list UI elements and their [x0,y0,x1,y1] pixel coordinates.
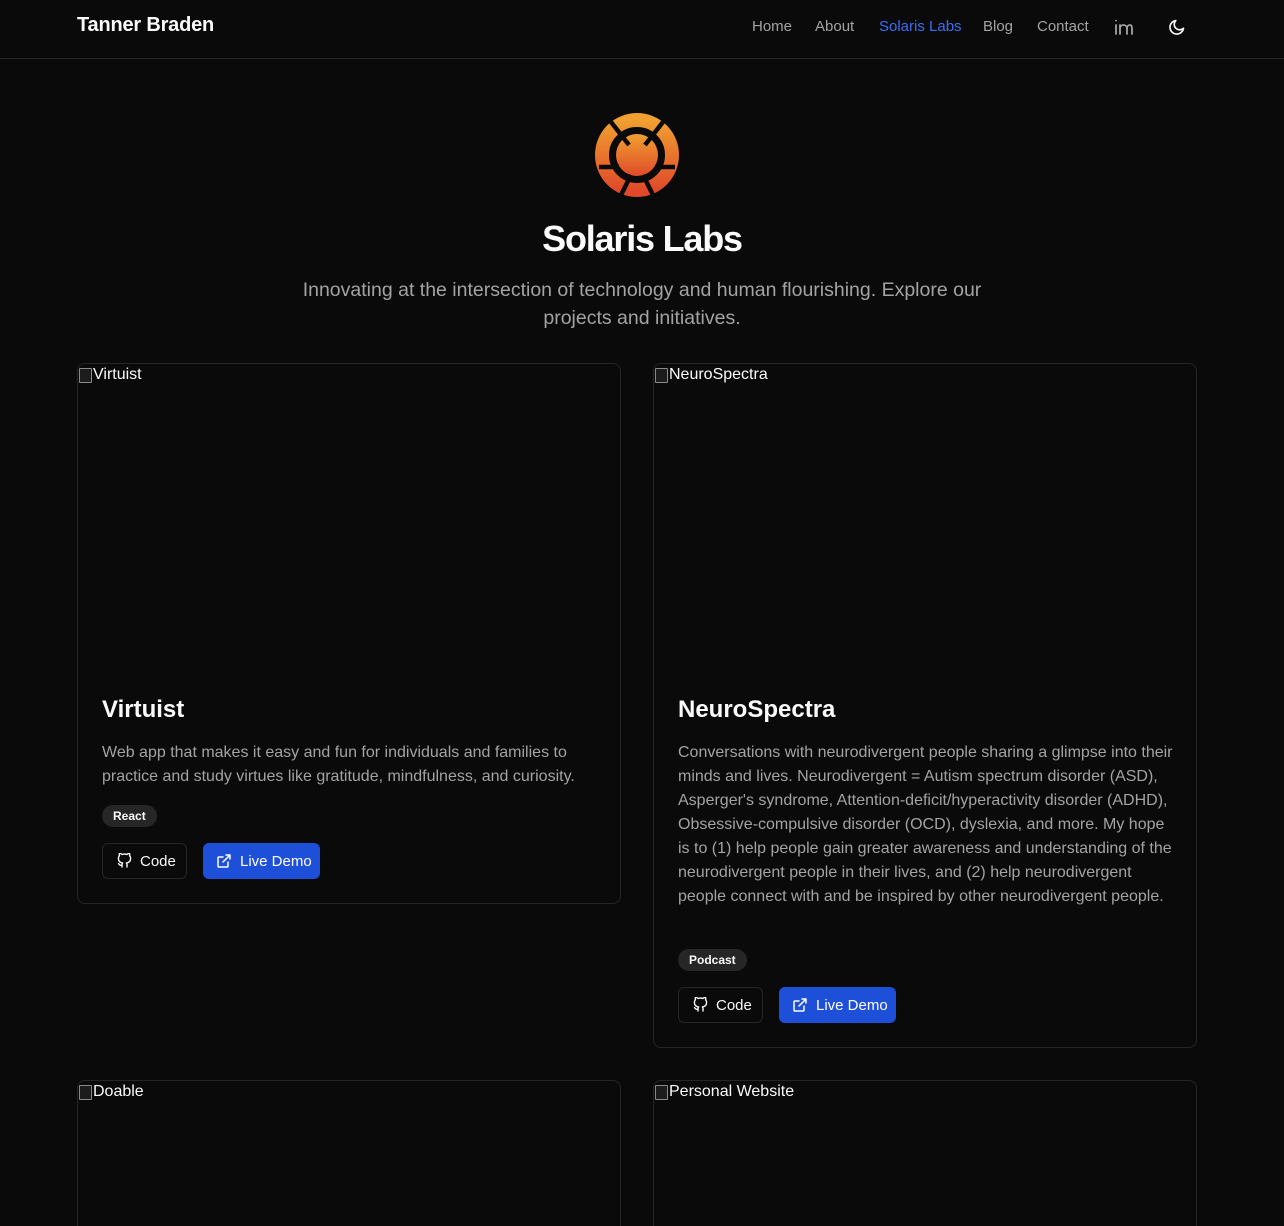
project-card-virtuist: Virtuist Virtuist Web app that makes it … [77,363,621,904]
project-tag: React [102,805,157,827]
nav-link-solaris-labs[interactable]: Solaris Labs [879,18,962,35]
live-demo-button-label: Live Demo [240,852,312,870]
github-icon [117,853,132,868]
linkedin-icon[interactable] [1113,17,1133,37]
project-title: Virtuist [102,696,185,723]
project-tag: Podcast [678,949,747,971]
code-button-label: Code [716,996,752,1014]
project-card-personal-website: Personal Website [653,1080,1197,1226]
nav-link-about[interactable]: About [815,18,854,35]
code-button[interactable]: Code [102,843,187,879]
broken-image-icon [78,1084,92,1100]
live-demo-button-label: Live Demo [816,996,888,1014]
project-description: Web app that makes it easy and fun for i… [102,744,575,785]
project-image: Personal Website [654,1083,794,1101]
project-description: Conversations with neurodivergent people… [678,744,1173,905]
project-image: Virtuist [78,366,142,384]
image-alt-text: Doable [93,1083,144,1100]
project-title: NeuroSpectra [678,696,836,723]
live-demo-button[interactable]: Live Demo [203,843,320,879]
broken-image-icon [654,1084,668,1100]
external-link-icon [793,998,807,1012]
project-card-doable: Doable [77,1080,621,1226]
project-card-neurospectra: NeuroSpectra NeuroSpectra Conversations … [653,363,1197,1048]
code-button[interactable]: Code [678,987,763,1023]
page-subtitle: Innovating at the intersection of techno… [302,279,982,329]
top-navigation-bar: Tanner Braden Home About Solaris Labs Bl… [0,0,1284,59]
nav-link-contact[interactable]: Contact [1037,18,1089,35]
nav-link-blog[interactable]: Blog [983,18,1013,35]
image-alt-text: NeuroSpectra [669,366,768,383]
code-button-label: Code [140,852,176,870]
page-title: Solaris Labs [542,218,743,259]
image-alt-text: Personal Website [669,1083,795,1100]
project-image: NeuroSpectra [654,366,768,384]
live-demo-button[interactable]: Live Demo [779,987,896,1023]
external-link-icon [217,854,231,868]
nav-link-home[interactable]: Home [752,18,792,35]
broken-image-icon [654,367,668,383]
main-nav: Home About Solaris Labs Blog Contact [0,18,1284,38]
moon-icon[interactable] [1167,17,1187,37]
solaris-labs-logo [593,111,681,199]
project-image: Doable [78,1083,144,1101]
image-alt-text: Virtuist [93,366,142,383]
github-icon [693,997,708,1012]
broken-image-icon [78,367,92,383]
